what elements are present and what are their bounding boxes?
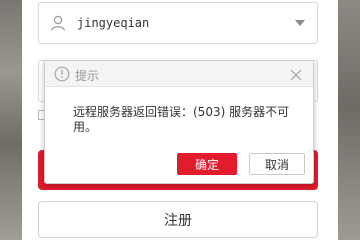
dialog-message: 远程服务器返回错误：(503) 服务器不可用。 [73,105,290,134]
cancel-button[interactable]: 取消 [249,153,305,175]
dialog-title: 提示 [75,69,100,83]
error-dialog: 提示 远程服务器返回错误：(503) 服务器不可用。 确定 取消 [44,60,314,184]
background-photo-left [0,0,22,240]
username-value: jingyeqian [77,16,150,30]
dialog-header: 提示 [45,61,313,87]
chevron-down-icon[interactable] [295,20,305,26]
info-icon [54,66,70,82]
close-icon[interactable] [289,67,303,81]
username-field[interactable]: jingyeqian [38,2,318,44]
ok-button[interactable]: 确定 [177,153,237,175]
register-button[interactable]: 注册 [38,201,318,238]
background-photo-right [338,0,360,240]
user-icon [49,14,67,32]
